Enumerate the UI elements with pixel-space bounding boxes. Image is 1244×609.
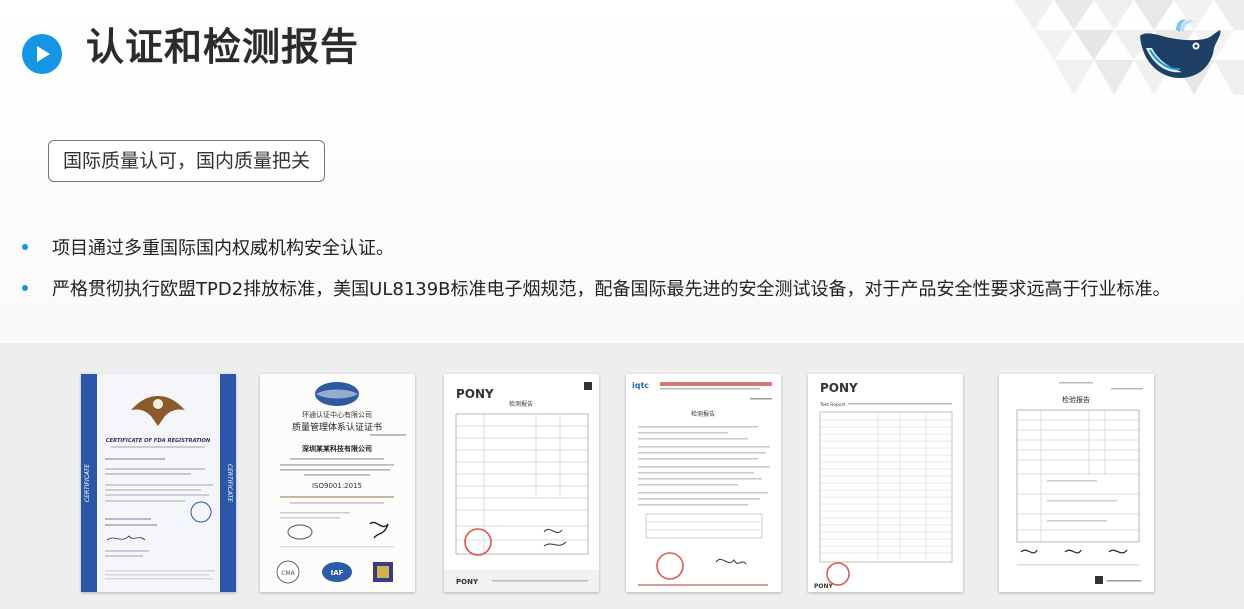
whale-logo-icon: [1140, 19, 1221, 78]
subtitle-tag: 国际质量认可，国内质量把关: [48, 140, 326, 182]
play-icon[interactable]: [22, 34, 62, 74]
certificate-heading: 质量管理体系认证证书: [292, 421, 382, 433]
certificate-fda[interactable]: CERTIFICATE CERTIFICATE CERTIFICATE OF F…: [81, 374, 236, 592]
svg-text:PONY: PONY: [814, 583, 834, 590]
certificate-standard: ISO9001:2015: [312, 482, 362, 490]
report-brand: iqtc: [632, 381, 649, 390]
report-brand: PONY: [820, 381, 858, 395]
certificate-side-text: CERTIFICATE: [226, 464, 233, 502]
test-report-pony-1[interactable]: PONY 检测报告 PONY: [444, 374, 599, 592]
page-title: 认证和检测报告: [86, 25, 360, 69]
bullet-dot-icon: [22, 244, 28, 250]
certificate-side-text: CERTIFICATE: [84, 464, 91, 502]
test-report-pony-2[interactable]: PONY Test Report PONY: [808, 374, 963, 592]
report-brand: PONY: [456, 387, 494, 401]
bullet-dot-icon: [22, 285, 28, 291]
certificate-heading: CERTIFICATE OF FDA REGISTRATION: [106, 438, 211, 444]
certificate-company: 深圳某某科技有限公司: [302, 444, 372, 453]
report-heading: 检测报告: [509, 400, 533, 408]
bullet-list: 项目通过多重国际国内权威机构安全认证。 严格贯彻执行欧盟TPD2排放标准，美国U…: [22, 232, 1232, 314]
bullet-text: 严格贯彻执行欧盟TPD2排放标准，美国UL8139B标准电子烟规范，配备国际最先…: [52, 279, 1171, 300]
test-report-iqtc[interactable]: iqtc 检测报告: [626, 374, 781, 592]
svg-text:CMA: CMA: [281, 570, 295, 577]
page-header: 认证和检测报告: [0, 0, 1244, 100]
inspection-report[interactable]: 检验报告: [999, 374, 1154, 592]
certificate-org: 环通认证中心有限公司: [302, 410, 372, 419]
list-item: 严格贯彻执行欧盟TPD2排放标准，美国UL8139B标准电子烟规范，配备国际最先…: [22, 273, 1232, 307]
report-heading: Test Report: [819, 402, 845, 408]
certificate-iso9001[interactable]: 环通认证中心有限公司 质量管理体系认证证书 深圳某某科技有限公司 ISO9001…: [260, 374, 415, 592]
svg-text:IAF: IAF: [331, 569, 344, 577]
svg-text:PONY: PONY: [456, 578, 479, 586]
list-item: 项目通过多重国际国内权威机构安全认证。: [22, 232, 1232, 266]
report-heading: 检验报告: [1062, 395, 1090, 404]
bullet-text: 项目通过多重国际国内权威机构安全认证。: [52, 238, 394, 259]
report-heading: 检测报告: [691, 410, 715, 418]
